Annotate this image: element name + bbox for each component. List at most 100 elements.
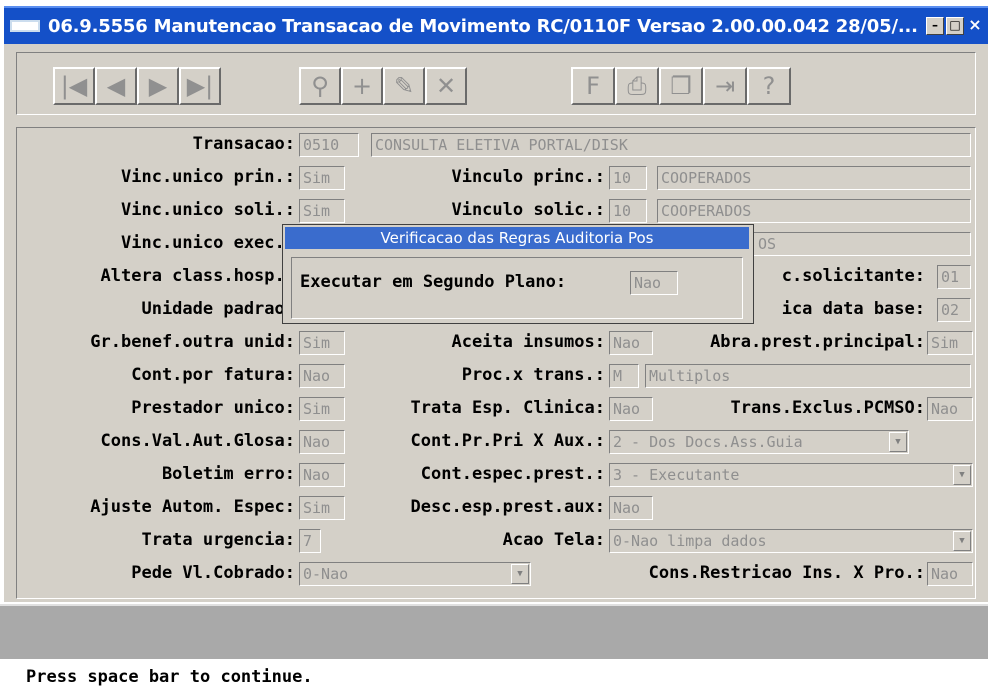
filter-button[interactable]: F bbox=[571, 67, 615, 105]
message-area bbox=[0, 604, 988, 661]
close-button[interactable]: × bbox=[966, 17, 984, 35]
trata-urgencia-field[interactable]: 7 bbox=[299, 529, 321, 553]
gr-benef-outra-unid-field[interactable]: Sim bbox=[299, 331, 345, 355]
prestador-unico-field[interactable]: Sim bbox=[299, 397, 345, 421]
cont-espec-prest-select[interactable]: 3 - Executante ▼ bbox=[609, 463, 973, 487]
segundo-plano-label: Executar em Segundo Plano: bbox=[300, 272, 567, 292]
vinculo-solic-description-field[interactable]: COOPERADOS bbox=[657, 199, 971, 223]
dialog-body: Executar em Segundo Plano: Nao bbox=[291, 257, 743, 319]
aceita-insumos-field[interactable]: Nao bbox=[609, 331, 653, 355]
unidade-padrao-label: Unidade padrao: bbox=[141, 299, 295, 319]
vinc-unico-prin-field[interactable]: Sim bbox=[299, 166, 345, 190]
vinc-unico-exec-label: Vinc.unico exec.: bbox=[121, 233, 295, 253]
desc-esp-prest-aux-label: Desc.esp.prest.aux: bbox=[410, 497, 605, 517]
goto-icon: ⚲ bbox=[311, 72, 329, 100]
print-icon: ⎙ bbox=[627, 72, 647, 100]
pede-vl-cobrado-select[interactable]: 0-Nao ▼ bbox=[299, 562, 531, 586]
boletim-erro-field[interactable]: Nao bbox=[299, 463, 345, 487]
first-record-button[interactable]: |◀ bbox=[53, 67, 95, 105]
previous-record-icon: ◀ bbox=[106, 72, 126, 100]
next-record-icon: ▶ bbox=[148, 72, 168, 100]
c-solicitante-field[interactable]: 01 bbox=[937, 265, 971, 289]
verificacao-dialog: Verificacao das Regras Auditoria Pos Exe… bbox=[282, 224, 754, 324]
last-record-button[interactable]: ▶| bbox=[179, 67, 221, 105]
chevron-down-icon[interactable]: ▼ bbox=[889, 432, 907, 452]
copy-icon: ❐ bbox=[670, 72, 692, 100]
help-icon: ? bbox=[762, 72, 776, 100]
modify-icon: ✎ bbox=[393, 72, 415, 100]
maximize-button[interactable]: □ bbox=[946, 17, 964, 35]
abra-prest-principal-label: Abra.prest.principal: bbox=[710, 332, 925, 352]
gr-benef-outra-unid-label: Gr.benef.outra unid: bbox=[90, 332, 295, 352]
trata-esp-clinica-field[interactable]: Nao bbox=[609, 397, 653, 421]
desc-esp-prest-aux-field[interactable]: Nao bbox=[609, 496, 653, 520]
next-record-button[interactable]: ▶ bbox=[137, 67, 179, 105]
cont-pr-pri-x-aux-select[interactable]: 2 - Dos Docs.Ass.Guia ▼ bbox=[609, 430, 909, 454]
add-icon: + bbox=[351, 72, 373, 100]
trans-exclus-pcmso-label: Trans.Exclus.PCMSO: bbox=[730, 398, 925, 418]
goto-button[interactable]: ⚲ bbox=[299, 67, 341, 105]
previous-record-button[interactable]: ◀ bbox=[95, 67, 137, 105]
first-record-icon: |◀ bbox=[60, 72, 88, 100]
delete-icon: ✕ bbox=[435, 72, 457, 100]
acao-tela-label: Acao Tela: bbox=[502, 530, 605, 550]
boletim-erro-label: Boletim erro: bbox=[161, 464, 295, 484]
vinculo-solic-code-field[interactable]: 10 bbox=[609, 199, 647, 223]
cont-espec-prest-label: Cont.espec.prest.: bbox=[420, 464, 605, 484]
chevron-down-icon[interactable]: ▼ bbox=[953, 531, 971, 551]
trata-esp-clinica-label: Trata Esp. Clinica: bbox=[410, 398, 605, 418]
dialog-title: Verificacao das Regras Auditoria Pos bbox=[285, 227, 749, 249]
status-message: Press space bar to continue. bbox=[26, 667, 313, 687]
copy-button[interactable]: ❐ bbox=[659, 67, 703, 105]
cons-restricao-ins-x-pro-label: Cons.Restricao Ins. X Pro.: bbox=[648, 563, 925, 583]
proc-x-trans-code-field[interactable]: M bbox=[609, 364, 639, 388]
acao-tela-select[interactable]: 0-Nao limpa dados ▼ bbox=[609, 529, 973, 553]
trans-exclus-pcmso-field[interactable]: Nao bbox=[927, 397, 973, 421]
segundo-plano-field[interactable]: Nao bbox=[630, 271, 678, 295]
modify-button[interactable]: ✎ bbox=[383, 67, 425, 105]
exit-button[interactable]: ⇥ bbox=[703, 67, 747, 105]
chevron-down-icon[interactable]: ▼ bbox=[953, 465, 971, 485]
exit-icon: ⇥ bbox=[714, 72, 736, 100]
app-icon bbox=[10, 20, 40, 32]
vinculo-princ-description-field[interactable]: COOPERADOS bbox=[657, 166, 971, 190]
abra-prest-principal-field[interactable]: Sim bbox=[927, 331, 973, 355]
pede-vl-cobrado-value: 0-Nao bbox=[303, 565, 349, 583]
chevron-down-icon[interactable]: ▼ bbox=[511, 564, 529, 584]
vinc-unico-soli-label: Vinc.unico soli.: bbox=[121, 200, 295, 220]
help-button[interactable]: ? bbox=[747, 67, 791, 105]
minimize-button[interactable]: – bbox=[926, 17, 944, 35]
altera-class-hosp-label: Altera class.hosp.: bbox=[100, 266, 295, 286]
trata-urgencia-label: Trata urgencia: bbox=[141, 530, 295, 550]
transaction-form: Transacao: 0510 CONSULTA ELETIVA PORTAL/… bbox=[16, 127, 976, 599]
status-bar: Press space bar to continue. bbox=[0, 659, 988, 693]
vinc-unico-soli-field[interactable]: Sim bbox=[299, 199, 345, 223]
delete-button[interactable]: ✕ bbox=[425, 67, 467, 105]
cont-pr-pri-x-aux-label: Cont.Pr.Pri X Aux.: bbox=[410, 431, 605, 451]
transacao-label: Transacao: bbox=[192, 134, 295, 154]
window-title: 06.9.5556 Manutencao Transacao de Movime… bbox=[48, 15, 918, 37]
vinculo-princ-code-field[interactable]: 10 bbox=[609, 166, 647, 190]
transacao-description-field[interactable]: CONSULTA ELETIVA PORTAL/DISK bbox=[371, 133, 971, 157]
cons-val-aut-glosa-label: Cons.Val.Aut.Glosa: bbox=[100, 431, 295, 451]
proc-x-trans-description-field[interactable]: Multiplos bbox=[645, 364, 971, 388]
vinculo-princ-label: Vinculo princ.: bbox=[451, 167, 605, 187]
filter-icon: F bbox=[586, 72, 600, 100]
cont-por-fatura-field[interactable]: Nao bbox=[299, 364, 345, 388]
acao-tela-value: 0-Nao limpa dados bbox=[613, 532, 767, 550]
window-title-bar: 06.9.5556 Manutencao Transacao de Movime… bbox=[4, 6, 988, 44]
add-button[interactable]: + bbox=[341, 67, 383, 105]
cont-pr-pri-x-aux-value: 2 - Dos Docs.Ass.Guia bbox=[613, 433, 803, 451]
print-button[interactable]: ⎙ bbox=[615, 67, 659, 105]
c-solicitante-label: c.solicitante: bbox=[781, 266, 925, 286]
cont-por-fatura-label: Cont.por fatura: bbox=[131, 365, 295, 385]
cons-val-aut-glosa-field[interactable]: Nao bbox=[299, 430, 345, 454]
vinculo-solic-label: Vinculo solic.: bbox=[451, 200, 605, 220]
cont-espec-prest-value: 3 - Executante bbox=[613, 466, 740, 484]
transacao-code-field[interactable]: 0510 bbox=[299, 133, 359, 157]
cons-restricao-ins-x-pro-field[interactable]: Nao bbox=[927, 562, 973, 586]
ica-data-base-field[interactable]: 02 bbox=[937, 298, 971, 322]
proc-x-trans-label: Proc.x trans.: bbox=[461, 365, 605, 385]
vinc-unico-prin-label: Vinc.unico prin.: bbox=[121, 167, 295, 187]
ajuste-autom-espec-field[interactable]: Sim bbox=[299, 496, 345, 520]
